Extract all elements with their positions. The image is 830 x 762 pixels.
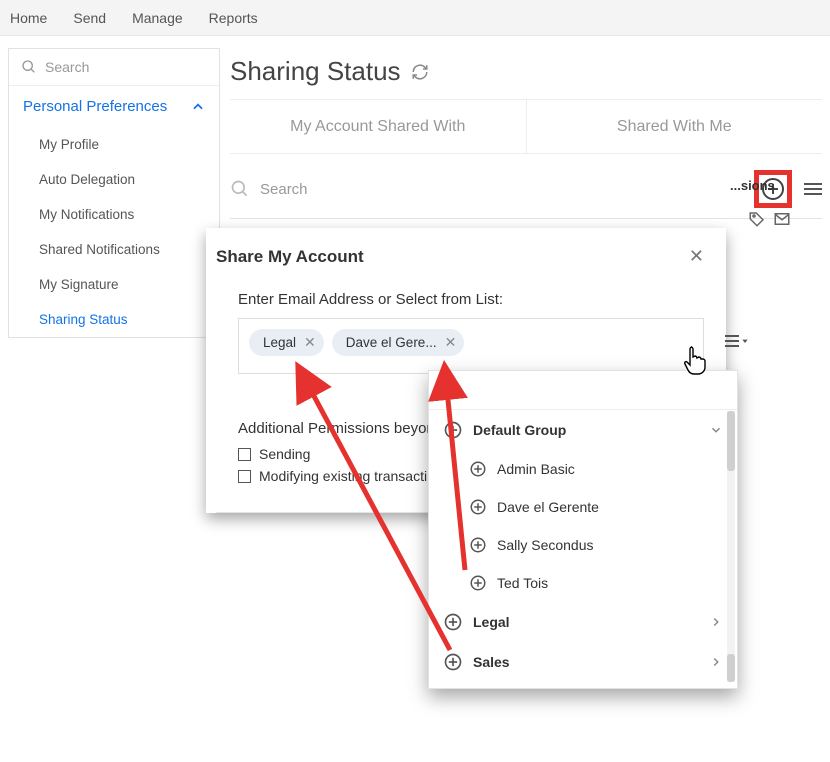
permission-label: Sending <box>259 446 310 462</box>
chip-label: Legal <box>263 335 296 350</box>
sidebar-section-label: Personal Preferences <box>23 98 167 115</box>
permission-label: Modifying existing transacti <box>259 468 427 484</box>
column-header-permissions-partial: ...sions <box>730 178 775 193</box>
chevron-right-icon[interactable] <box>709 615 723 629</box>
checkbox-icon[interactable] <box>238 448 251 461</box>
chip-remove-icon[interactable]: ✕ <box>445 334 457 351</box>
member-label: Admin Basic <box>497 461 575 477</box>
tabs: My Account Shared With Shared With Me <box>230 100 822 154</box>
tab-my-account-shared-with[interactable]: My Account Shared With <box>230 100 527 153</box>
group-sales[interactable]: Sales <box>429 642 737 682</box>
sidebar-item-my-profile[interactable]: My Profile <box>9 127 219 162</box>
chevron-up-icon <box>191 100 205 114</box>
plus-circle-icon[interactable] <box>469 536 487 554</box>
nav-reports[interactable]: Reports <box>209 10 258 26</box>
sidebar-item-shared-notifications[interactable]: Shared Notifications <box>9 232 219 267</box>
group-label: Legal <box>473 614 699 630</box>
plus-circle-icon[interactable] <box>469 498 487 516</box>
member-label: Dave el Gerente <box>497 499 599 515</box>
content-search[interactable]: Search <box>230 179 308 199</box>
content: Sharing Status My Account Shared With Sh… <box>230 48 822 219</box>
tab-shared-with-me[interactable]: Shared With Me <box>527 100 823 153</box>
sidebar-item-my-notifications[interactable]: My Notifications <box>9 197 219 232</box>
member-sally[interactable]: Sally Secondus <box>429 526 737 564</box>
chevron-down-icon[interactable] <box>709 423 723 437</box>
envelope-icon[interactable] <box>772 210 792 228</box>
recipient-dropdown: Default Group Admin Basic Dave el Gerent… <box>428 370 738 689</box>
nav-manage[interactable]: Manage <box>132 10 183 26</box>
sidebar-search[interactable]: Search <box>9 49 219 86</box>
dropdown-scrollbar-thumb[interactable] <box>727 654 735 682</box>
cursor-pointer-icon <box>682 344 710 376</box>
plus-circle-icon[interactable] <box>443 420 463 440</box>
plus-circle-icon[interactable] <box>469 460 487 478</box>
member-ted[interactable]: Ted Tois <box>429 564 737 602</box>
search-icon <box>230 179 250 199</box>
group-label: Default Group <box>473 422 699 438</box>
close-icon[interactable]: ✕ <box>689 246 704 267</box>
chip-label: Dave el Gere... <box>346 335 437 350</box>
recipient-chip-field[interactable]: Legal ✕ Dave el Gere... ✕ <box>238 318 704 374</box>
search-icon <box>443 381 461 399</box>
dropdown-search[interactable] <box>429 371 737 410</box>
refresh-icon[interactable] <box>411 63 429 81</box>
member-dave[interactable]: Dave el Gerente <box>429 488 737 526</box>
plus-circle-icon[interactable] <box>469 574 487 592</box>
nav-send[interactable]: Send <box>73 10 106 26</box>
page-title: Sharing Status <box>230 56 401 87</box>
menu-icon[interactable] <box>804 183 822 195</box>
top-nav: Home Send Manage Reports <box>0 0 830 36</box>
group-default[interactable]: Default Group <box>429 410 737 450</box>
sidebar-item-sharing-status[interactable]: Sharing Status <box>9 302 219 337</box>
modal-field-label: Enter Email Address or Select from List: <box>238 291 704 308</box>
chevron-right-icon[interactable] <box>709 655 723 669</box>
checkbox-icon[interactable] <box>238 470 251 483</box>
chip-dave[interactable]: Dave el Gere... ✕ <box>332 329 465 356</box>
row-action-icons <box>748 210 792 228</box>
search-icon <box>21 59 37 75</box>
sidebar-search-placeholder: Search <box>45 59 89 75</box>
chip-remove-icon[interactable]: ✕ <box>304 334 316 351</box>
chevron-down-icon <box>741 337 749 345</box>
page-title-row: Sharing Status <box>230 48 822 100</box>
chip-field-menu[interactable] <box>725 335 749 347</box>
sidebar-item-my-signature[interactable]: My Signature <box>9 267 219 302</box>
member-label: Ted Tois <box>497 575 548 591</box>
sidebar-section-personal-preferences[interactable]: Personal Preferences <box>9 86 219 127</box>
sidebar: Search Personal Preferences My Profile A… <box>8 48 220 338</box>
plus-circle-icon[interactable] <box>443 652 463 672</box>
plus-circle-icon[interactable] <box>443 612 463 632</box>
modal-title: Share My Account <box>216 247 364 267</box>
nav-home[interactable]: Home <box>10 10 47 26</box>
chip-legal[interactable]: Legal ✕ <box>249 329 324 356</box>
group-legal[interactable]: Legal <box>429 602 737 642</box>
member-label: Sally Secondus <box>497 537 594 553</box>
member-admin-basic[interactable]: Admin Basic <box>429 450 737 488</box>
dropdown-scrollbar-thumb[interactable] <box>727 411 735 471</box>
content-search-placeholder: Search <box>260 181 308 198</box>
tag-icon[interactable] <box>748 210 766 228</box>
sidebar-item-auto-delegation[interactable]: Auto Delegation <box>9 162 219 197</box>
group-label: Sales <box>473 654 699 670</box>
